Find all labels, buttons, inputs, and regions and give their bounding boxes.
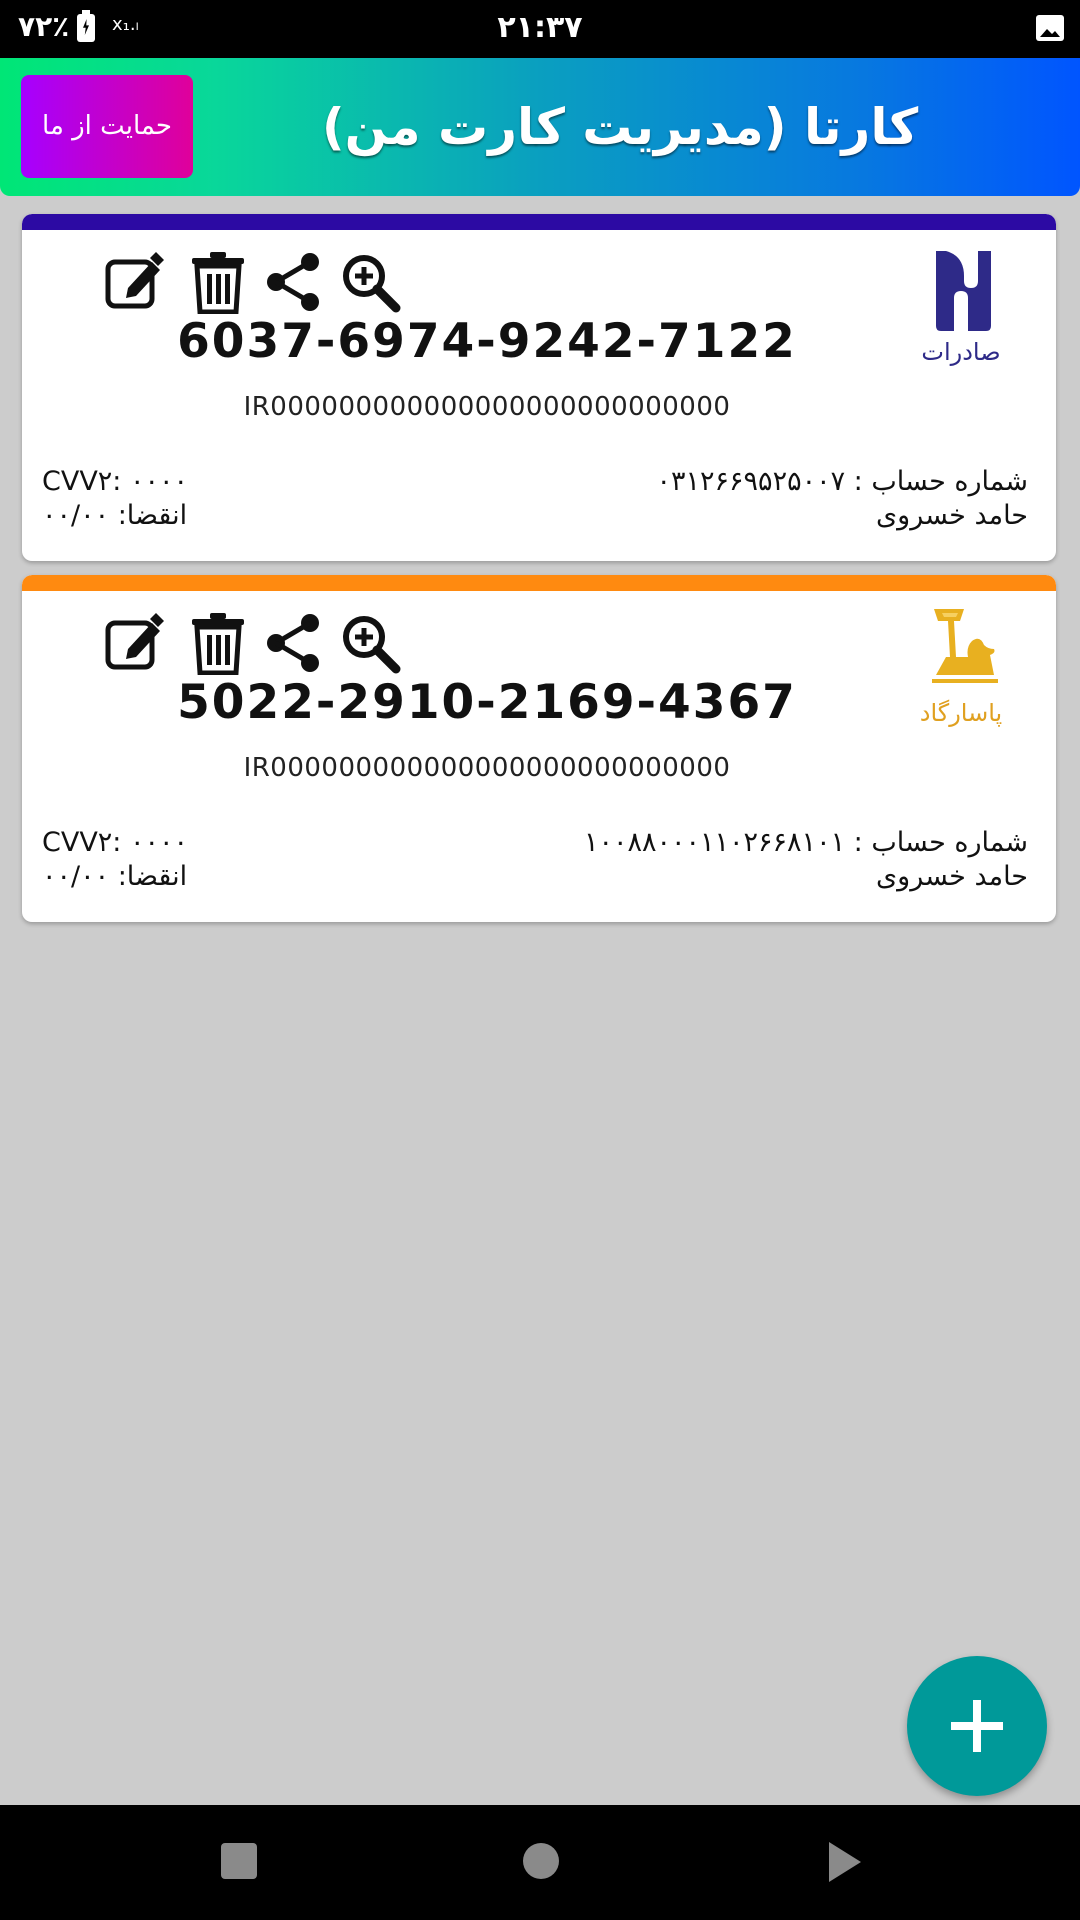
share-icon[interactable] — [262, 250, 326, 314]
cvv2: CVV۲: ۰۰۰۰ — [42, 827, 188, 858]
back-icon[interactable] — [829, 1842, 861, 1882]
card-color-strip — [22, 575, 1056, 591]
expiry-date: انقضا: ۰۰/۰۰ — [42, 500, 188, 531]
card-list: 6037-6974-9242-7122 IR000000000000000000… — [0, 214, 1080, 936]
iban: IR000000000000000000000000000 — [243, 392, 731, 422]
status-bar: ۷۲٪ x₁.ₗ ۲۱:۳۷ — [0, 0, 1080, 58]
expiry-date: انقضا: ۰۰/۰۰ — [42, 861, 188, 892]
zoom-icon[interactable] — [338, 250, 402, 314]
card-owner: حامد خسروی — [876, 861, 1028, 892]
system-nav-bar — [0, 1805, 1080, 1920]
app-title: کارتا (مدیریت کارت من) — [321, 98, 919, 156]
zoom-icon[interactable] — [338, 611, 402, 675]
bank-name: صادرات — [921, 338, 1001, 366]
bank-card[interactable]: 6037-6974-9242-7122 IR000000000000000000… — [22, 214, 1056, 561]
add-card-button[interactable] — [907, 1656, 1047, 1796]
delete-icon[interactable] — [186, 250, 250, 315]
bank-card[interactable]: 5022-2910-2169-4367 IR000000000000000000… — [22, 575, 1056, 922]
plus-icon — [951, 1700, 1003, 1752]
iban: IR000000000000000000000000000 — [243, 753, 731, 783]
account-number: ۱۰۰۸۸۰۰۰۱۱۰۲۶۶۸۱۰۱ — [584, 827, 846, 858]
bank-name: پاسارگاد — [919, 699, 1003, 727]
account-number-line: شماره حساب : ۰۳۱۲۶۶۹۵۲۵۰۰۷ — [657, 466, 1028, 497]
card-owner: حامد خسروی — [876, 500, 1028, 531]
account-label: شماره حساب : — [853, 466, 1028, 497]
account-number: ۰۳۱۲۶۶۹۵۲۵۰۰۷ — [656, 466, 846, 497]
clock: ۲۱:۳۷ — [497, 10, 583, 45]
home-icon[interactable] — [523, 1843, 559, 1879]
card-number: 5022-2910-2169-4367 — [177, 675, 797, 730]
account-label: شماره حساب : — [853, 827, 1028, 858]
gallery-icon — [1036, 15, 1064, 41]
share-icon[interactable] — [262, 611, 326, 675]
edit-icon[interactable] — [102, 250, 166, 314]
account-number-line: شماره حساب : ۱۰۰۸۸۰۰۰۱۱۰۲۶۶۸۱۰۱ — [584, 827, 1028, 858]
recents-icon[interactable] — [221, 1843, 257, 1879]
edit-icon[interactable] — [102, 611, 166, 675]
support-us-button[interactable]: حمایت از ما — [21, 75, 193, 178]
app-header: کارتا (مدیریت کارت من) حمایت از ما — [0, 58, 1080, 196]
saderat-logo-icon — [906, 236, 1016, 346]
pasargad-logo-icon — [906, 597, 1016, 707]
card-color-strip — [22, 214, 1056, 230]
cvv2: CVV۲: ۰۰۰۰ — [42, 466, 188, 497]
card-number: 6037-6974-9242-7122 — [177, 314, 797, 369]
delete-icon[interactable] — [186, 611, 250, 676]
